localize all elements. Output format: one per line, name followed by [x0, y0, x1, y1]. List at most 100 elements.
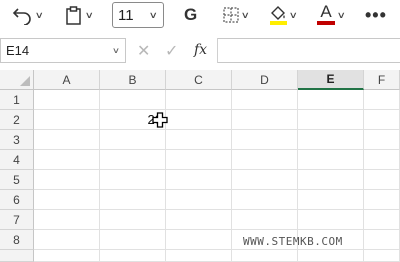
cell-b7[interactable] — [100, 210, 166, 230]
bold-button[interactable]: G — [184, 0, 197, 30]
cell-d9[interactable] — [232, 250, 298, 262]
column-header-b[interactable]: B — [100, 70, 166, 90]
fill-color-button[interactable]: ∨ — [268, 0, 298, 30]
cell-b9[interactable] — [100, 250, 166, 262]
more-options-button[interactable]: ••• — [365, 0, 387, 30]
cell-e1[interactable] — [298, 90, 364, 110]
borders-button[interactable]: ∨ — [222, 0, 250, 30]
cell-d3[interactable] — [232, 130, 298, 150]
cell-f9[interactable] — [364, 250, 400, 262]
row-header-3[interactable]: 3 — [0, 130, 34, 150]
cell-a7[interactable] — [34, 210, 100, 230]
cell-b6[interactable] — [100, 190, 166, 210]
cell-b4[interactable] — [100, 150, 166, 170]
formula-input[interactable] — [218, 38, 400, 63]
cell-d1[interactable] — [232, 90, 298, 110]
row-header-9[interactable] — [0, 250, 34, 262]
chevron-down-icon[interactable]: ∨ — [149, 10, 165, 21]
cell-d5[interactable] — [232, 170, 298, 190]
cell-select-cursor-icon — [152, 112, 168, 128]
select-all-corner[interactable] — [0, 70, 34, 90]
more-icon: ••• — [365, 4, 387, 25]
cell-e9[interactable] — [298, 250, 364, 262]
cell-a5[interactable] — [34, 170, 100, 190]
column-header-f[interactable]: F — [364, 70, 400, 90]
cell-c6[interactable] — [166, 190, 232, 210]
name-box[interactable]: E14 ∨ — [0, 38, 126, 63]
fill-color-icon — [270, 6, 287, 25]
row-header-7[interactable]: 7 — [0, 210, 34, 230]
row-header-6[interactable]: 6 — [0, 190, 34, 210]
chevron-down-icon[interactable]: ∨ — [289, 10, 298, 21]
font-size-value: 11 — [118, 6, 134, 24]
cell-e5[interactable] — [298, 170, 364, 190]
cell-f5[interactable] — [364, 170, 400, 190]
cell-f2[interactable] — [364, 110, 400, 130]
cell-c3[interactable] — [166, 130, 232, 150]
cell-a3[interactable] — [34, 130, 100, 150]
cell-a1[interactable] — [34, 90, 100, 110]
insert-function-button[interactable]: fx — [194, 42, 207, 58]
column-header-e[interactable]: E — [298, 70, 364, 90]
clipboard-paste-icon — [66, 6, 81, 25]
cell-f3[interactable] — [364, 130, 400, 150]
cell-d4[interactable] — [232, 150, 298, 170]
cell-b1[interactable] — [100, 90, 166, 110]
column-header-d[interactable]: D — [232, 70, 298, 90]
cell-c5[interactable] — [166, 170, 232, 190]
cell-f7[interactable] — [364, 210, 400, 230]
chevron-down-icon[interactable]: ∨ — [241, 10, 250, 21]
row-header-2[interactable]: 2 — [0, 110, 34, 130]
cell-e7[interactable] — [298, 210, 364, 230]
cell-b5[interactable] — [100, 170, 166, 190]
cell-a8[interactable] — [34, 230, 100, 250]
enter-icon[interactable]: ✓ — [165, 41, 178, 61]
undo-icon — [12, 8, 31, 25]
cell-b8[interactable] — [100, 230, 166, 250]
row-header-5[interactable]: 5 — [0, 170, 34, 190]
watermark-text: WWW.STEMKB.COM — [243, 235, 343, 248]
cell-c7[interactable] — [166, 210, 232, 230]
row-header-4[interactable]: 4 — [0, 150, 34, 170]
select-all-icon — [20, 76, 30, 86]
cell-d7[interactable] — [232, 210, 298, 230]
cancel-icon[interactable]: ✕ — [137, 41, 150, 61]
column-header-a[interactable]: A — [34, 70, 100, 90]
cell-f1[interactable] — [364, 90, 400, 110]
cell-c2[interactable] — [166, 110, 232, 130]
spreadsheet-grid: A B C D E F 1 2 3 4 5 6 7 8 20 — [0, 70, 400, 262]
cell-a2[interactable] — [34, 110, 100, 130]
cell-c8[interactable] — [166, 230, 232, 250]
chevron-down-icon[interactable]: ∨ — [337, 10, 346, 21]
font-color-button[interactable]: A ∨ — [316, 0, 346, 30]
cell-e6[interactable] — [298, 190, 364, 210]
cell-f4[interactable] — [364, 150, 400, 170]
row-header-1[interactable]: 1 — [0, 90, 34, 110]
cell-f8[interactable] — [364, 230, 400, 250]
borders-icon — [223, 7, 239, 23]
cell-c9[interactable] — [166, 250, 232, 262]
cell-b3[interactable] — [100, 130, 166, 150]
bold-label: G — [184, 5, 198, 24]
cell-d2[interactable] — [232, 110, 298, 130]
cell-d6[interactable] — [232, 190, 298, 210]
paste-button[interactable]: ∨ — [64, 0, 94, 30]
cell-a9[interactable] — [34, 250, 100, 262]
column-header-c[interactable]: C — [166, 70, 232, 90]
undo-button[interactable]: ∨ — [12, 0, 44, 30]
font-color-swatch — [317, 21, 335, 25]
chevron-down-icon[interactable]: ∨ — [35, 10, 44, 21]
cell-a4[interactable] — [34, 150, 100, 170]
formula-bar: E14 ∨ ✕ ✓ fx — [0, 38, 400, 64]
chevron-down-icon[interactable]: ∨ — [112, 46, 127, 55]
cell-e3[interactable] — [298, 130, 364, 150]
row-header-8[interactable]: 8 — [0, 230, 34, 250]
cell-c1[interactable] — [166, 90, 232, 110]
cell-e2[interactable] — [298, 110, 364, 130]
cell-c4[interactable] — [166, 150, 232, 170]
chevron-down-icon[interactable]: ∨ — [85, 10, 94, 21]
cell-f6[interactable] — [364, 190, 400, 210]
font-size-select[interactable]: 11 ∨ — [112, 2, 164, 28]
cell-e4[interactable] — [298, 150, 364, 170]
cell-a6[interactable] — [34, 190, 100, 210]
